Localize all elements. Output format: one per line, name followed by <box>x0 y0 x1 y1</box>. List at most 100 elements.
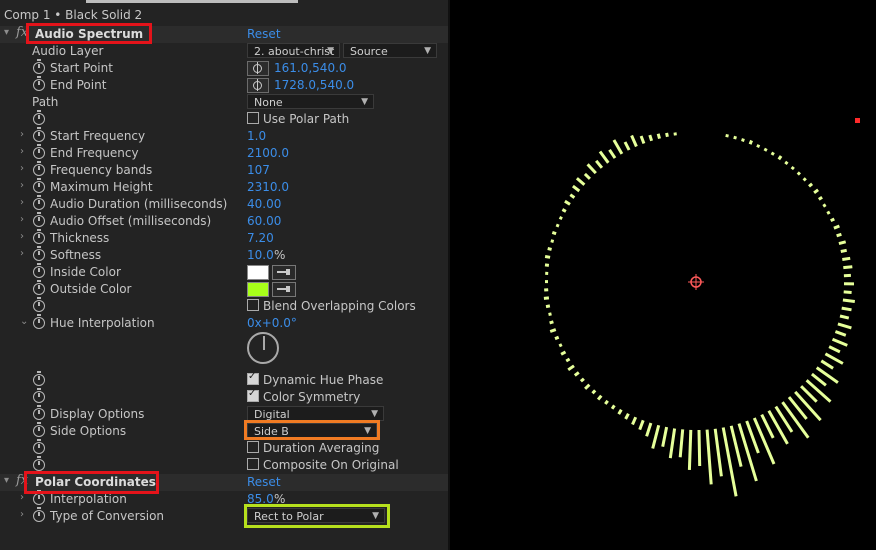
spectrum-bar <box>822 203 827 208</box>
stopwatch-icon[interactable] <box>33 422 45 437</box>
hue-interpolation-label: Hue Interpolation <box>50 316 155 330</box>
spectrum-bar <box>843 290 852 294</box>
end-frequency-label: End Frequency <box>50 146 139 160</box>
layer-handle[interactable] <box>855 118 860 123</box>
spectrum-bar <box>565 357 571 363</box>
expand-arrow-icon[interactable]: › <box>20 146 24 157</box>
frequency-bands-value[interactable]: 107 <box>247 163 270 177</box>
stopwatch-icon[interactable] <box>33 178 45 193</box>
stopwatch-icon[interactable] <box>33 388 45 403</box>
blend-overlapping-checkbox[interactable] <box>247 299 259 311</box>
stopwatch-icon[interactable] <box>33 405 45 420</box>
audio-source-dropdown[interactable]: Source ▼ <box>343 43 437 58</box>
maximum-height-value[interactable]: 2310.0 <box>247 180 289 194</box>
expand-arrow-icon[interactable]: › <box>20 180 24 191</box>
audio-layer-dropdown[interactable]: 2. about-christ ▼ <box>247 43 340 58</box>
spectrum-bar <box>661 426 669 447</box>
path-value: None <box>254 96 283 109</box>
stopwatch-icon[interactable] <box>33 195 45 210</box>
audio-layer-value: 2. about-christ <box>254 45 335 58</box>
hue-angle-dial[interactable] <box>247 332 279 364</box>
eyedropper-icon[interactable] <box>272 282 296 297</box>
collapse-icon[interactable]: ▾ <box>4 27 9 38</box>
stopwatch-icon[interactable] <box>33 439 45 454</box>
display-options-dropdown[interactable]: Digital ▼ <box>247 406 384 421</box>
color-symmetry-checkbox[interactable] <box>247 388 259 402</box>
spectrum-bar <box>554 335 560 341</box>
stopwatch-icon[interactable] <box>33 371 45 386</box>
stopwatch-icon[interactable] <box>33 76 45 91</box>
spectrum-bar <box>781 401 810 439</box>
expand-arrow-icon[interactable]: › <box>20 163 24 174</box>
inside-color-swatch[interactable] <box>247 265 269 280</box>
start-point-row: Start Point 161.0,540.0 <box>0 59 448 77</box>
collapse-icon[interactable]: ▾ <box>4 475 9 486</box>
composite-on-original-checkbox[interactable] <box>247 458 259 470</box>
spectrum-bar <box>567 364 575 372</box>
spectrum-bar <box>752 417 776 465</box>
expand-arrow-icon[interactable]: › <box>20 248 24 259</box>
stopwatch-icon[interactable] <box>33 59 45 74</box>
expand-arrow-icon[interactable]: › <box>20 214 24 225</box>
crosshair-target-icon[interactable] <box>247 61 269 76</box>
end-point-value[interactable]: 1728.0,540.0 <box>274 78 354 92</box>
crosshair-target-icon[interactable] <box>247 78 269 93</box>
thickness-value[interactable]: 7.20 <box>247 231 274 245</box>
expand-arrow-icon[interactable]: › <box>20 509 24 520</box>
spectrum-bar <box>617 408 623 415</box>
annotation-box-side-options <box>244 420 380 440</box>
outside-color-swatch[interactable] <box>247 282 269 297</box>
anchor-point-icon[interactable] <box>688 274 704 290</box>
path-dropdown[interactable]: None ▼ <box>247 94 374 109</box>
stopwatch-icon[interactable] <box>33 127 45 142</box>
stopwatch-icon[interactable] <box>33 280 45 295</box>
eyedropper-icon[interactable] <box>272 265 296 280</box>
use-polar-path-row: Use Polar Path <box>0 110 448 128</box>
audio-layer-row: Audio Layer 2. about-christ ▼ Source ▼ <box>0 43 448 60</box>
spectrum-bar <box>817 195 823 201</box>
stopwatch-icon[interactable] <box>33 212 45 227</box>
stopwatch-icon[interactable] <box>33 229 45 244</box>
use-polar-path-checkbox[interactable] <box>247 112 259 124</box>
stopwatch-icon[interactable] <box>33 144 45 159</box>
spectrum-bar <box>591 389 597 395</box>
stopwatch-icon[interactable] <box>33 161 45 176</box>
stopwatch-icon[interactable] <box>33 314 45 329</box>
audio-duration-value[interactable]: 40.00 <box>247 197 281 211</box>
dynamic-hue-phase-checkbox[interactable] <box>247 371 259 385</box>
thickness-label: Thickness <box>50 231 110 245</box>
expand-arrow-icon[interactable]: › <box>20 231 24 242</box>
stopwatch-icon[interactable] <box>33 246 45 261</box>
expand-arrow-icon[interactable]: › <box>20 197 24 208</box>
polar-coordinates-reset[interactable]: Reset <box>247 475 281 489</box>
spectrum-bar <box>668 428 677 459</box>
comp-title: Comp 1 • Black Solid 2 <box>4 8 143 22</box>
expand-arrow-icon[interactable]: › <box>20 129 24 140</box>
stopwatch-icon[interactable] <box>33 263 45 278</box>
duration-averaging-checkbox[interactable] <box>247 441 259 453</box>
spectrum-bar <box>583 172 591 180</box>
composition-viewer[interactable] <box>450 0 876 550</box>
stopwatch-icon[interactable] <box>33 110 45 125</box>
chevron-down-icon: ▼ <box>327 46 334 56</box>
blend-overlapping-row: Blend Overlapping Colors <box>0 297 448 315</box>
stopwatch-icon[interactable] <box>33 507 45 522</box>
collapse-arrow-icon[interactable]: ⌄ <box>20 316 28 327</box>
spectrum-bar <box>841 306 852 312</box>
stopwatch-icon[interactable] <box>33 490 45 505</box>
stopwatch-icon[interactable] <box>33 456 45 471</box>
spectrum-bar <box>645 422 653 437</box>
spectrum-bar <box>826 210 831 215</box>
hue-interpolation-value[interactable]: 0x+0.0° <box>247 316 297 330</box>
effect-controls-panel: Comp 1 • Black Solid 2 ▾ fx Audio Spectr… <box>0 0 448 550</box>
audio-offset-row: › Audio Offset (milliseconds) 60.00 <box>0 212 448 230</box>
audio-offset-value[interactable]: 60.00 <box>247 214 281 228</box>
stopwatch-icon[interactable] <box>33 297 45 312</box>
softness-value[interactable]: 10.0 <box>247 248 274 262</box>
spectrum-bar <box>651 424 661 449</box>
start-frequency-value[interactable]: 1.0 <box>247 129 266 143</box>
end-frequency-value[interactable]: 2100.0 <box>247 146 289 160</box>
spectrum-bar <box>837 322 852 330</box>
start-point-value[interactable]: 161.0,540.0 <box>274 61 347 75</box>
audio-spectrum-reset[interactable]: Reset <box>247 27 281 41</box>
